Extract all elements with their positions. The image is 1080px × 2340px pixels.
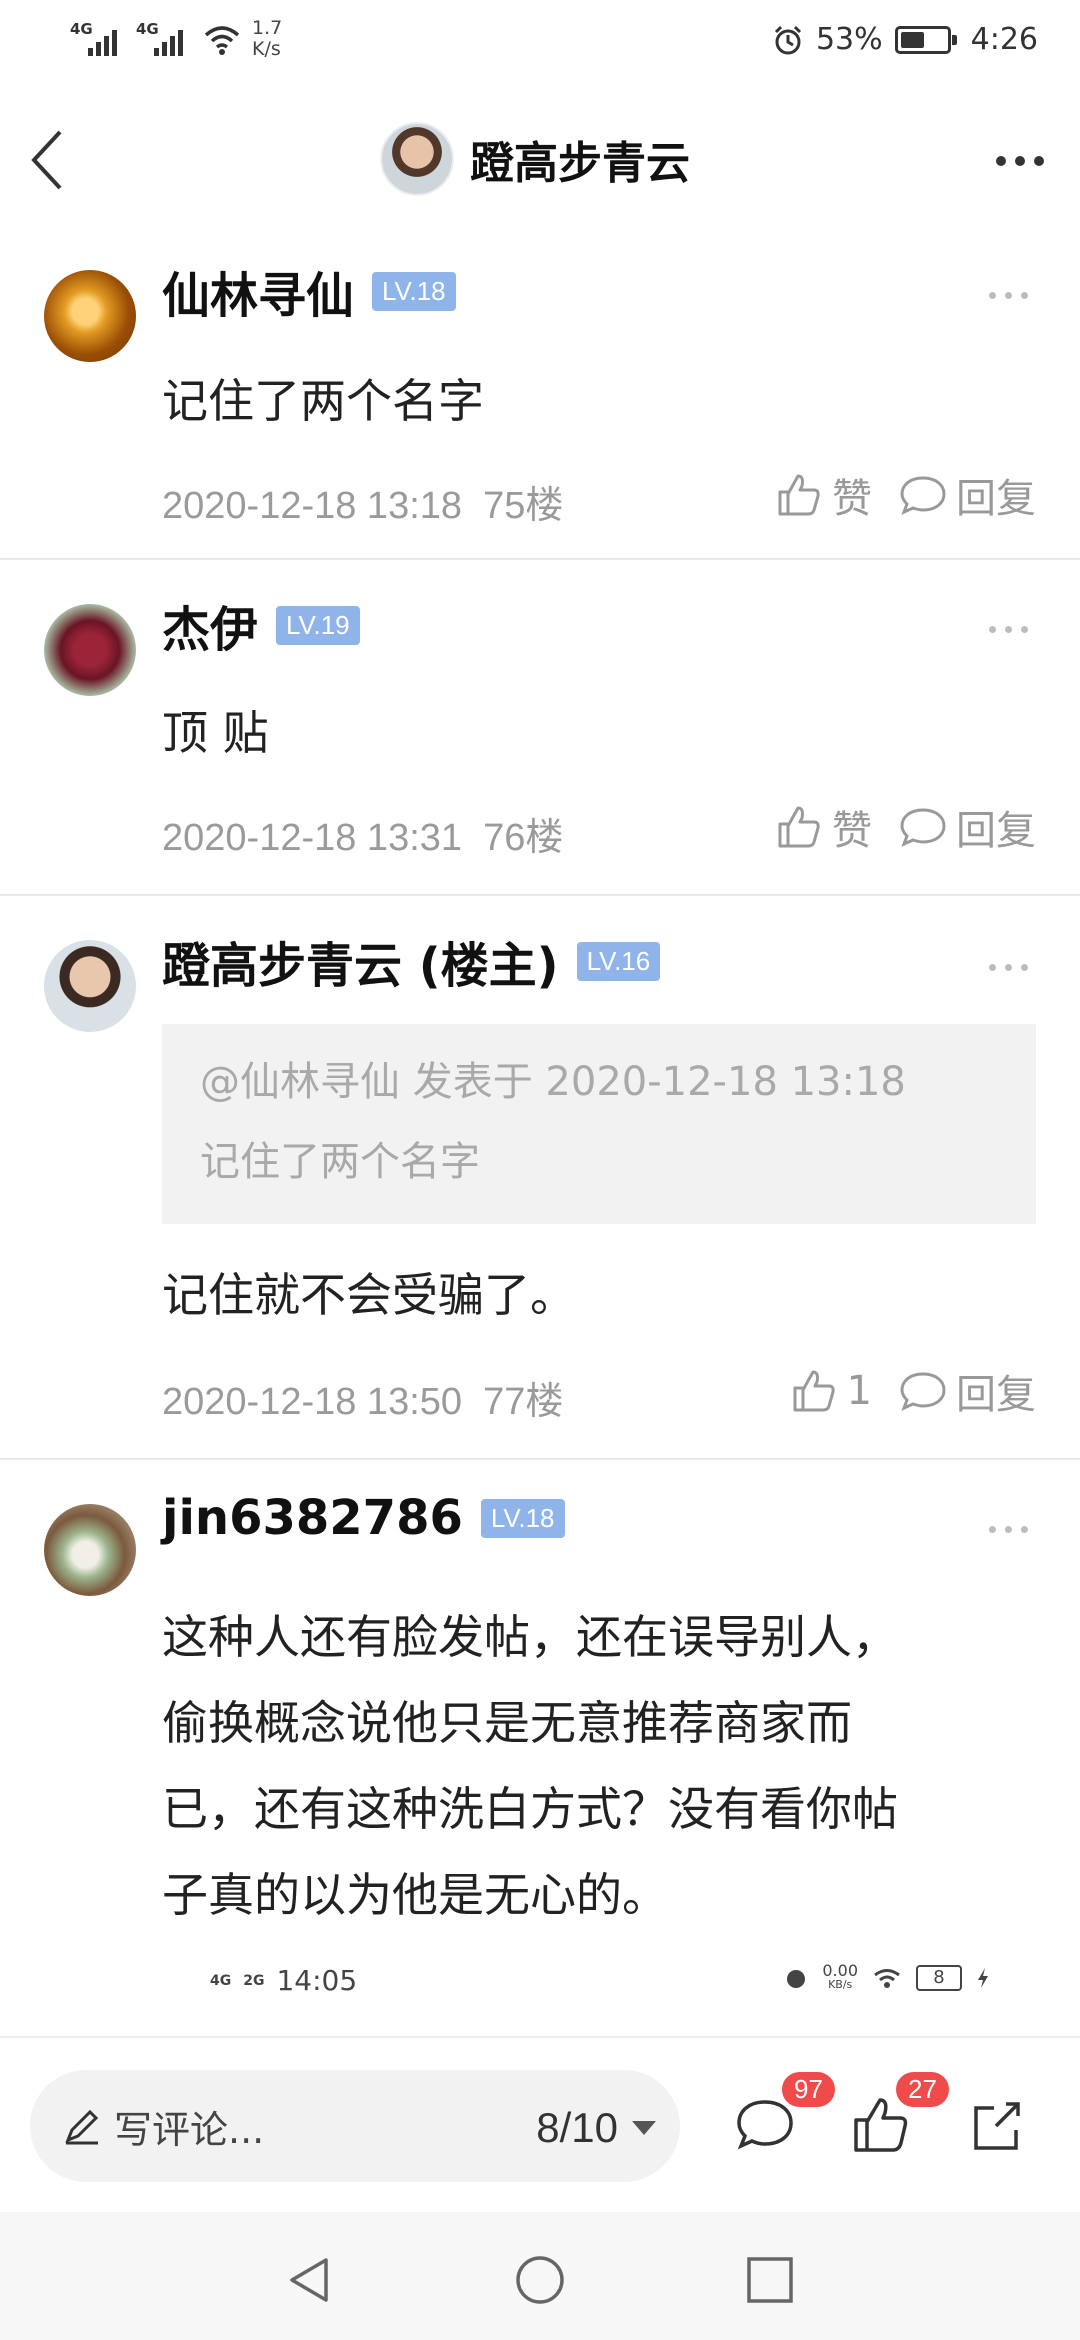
embedded-clock: 14:05 <box>276 1964 358 1997</box>
username[interactable]: 杰伊 <box>162 590 258 660</box>
signal-icon: 4G <box>136 18 192 60</box>
battery-icon: 8 <box>916 1965 962 1991</box>
comments-icon[interactable] <box>734 2094 796 2156</box>
like-label: 赞 <box>832 476 872 522</box>
comment-item: jin6382786 LV.18 这种人还有脸发帖，还在误导别人， 偷换概念说他… <box>0 1460 1080 2036</box>
floor-number: 75楼 <box>483 485 564 527</box>
nav-recents-icon[interactable] <box>742 2252 798 2308</box>
speech-bubble-icon <box>900 1372 946 1411</box>
quoted-comment[interactable]: @仙林寻仙 发表于 2020-12-18 13:18 记住了两个名字 <box>162 1024 1036 1224</box>
comment-input[interactable]: 写评论... 8/10 <box>30 2070 680 2182</box>
avatar[interactable] <box>44 270 136 362</box>
like-button[interactable]: 赞 <box>774 798 872 856</box>
comment-text: 顶 贴 <box>162 706 269 760</box>
likes-badge: 27 <box>896 2072 949 2107</box>
comment-line: 已，还有这种洗白方式？没有看你帖 <box>162 1782 898 1836</box>
quote-text: 记住了两个名字 <box>200 1139 480 1185</box>
pencil-icon <box>65 2109 99 2145</box>
comment-placeholder: 写评论... <box>114 2107 265 2152</box>
charging-icon <box>978 1968 988 1988</box>
battery-icon <box>894 25 957 54</box>
reply-label: 回复 <box>956 1372 1036 1418</box>
speech-bubble-icon <box>900 476 946 515</box>
thumbs-up-icon <box>793 1370 835 1412</box>
network-speed-unit: KB/s <box>828 1978 853 1991</box>
comment-line: 子真的以为他是无心的。 <box>162 1868 668 1922</box>
page-indicator: 8/10 <box>536 2104 618 2151</box>
comments-badge: 97 <box>782 2072 835 2107</box>
comment-text: 记住就不会受骗了。 <box>162 1268 576 1322</box>
floor-number: 77楼 <box>483 1381 564 1423</box>
caret-down-icon <box>632 2121 656 2135</box>
comment-text: 记住了两个名字 <box>162 374 484 428</box>
more-options-icon[interactable] <box>996 156 1044 166</box>
reply-label: 回复 <box>956 808 1036 854</box>
username[interactable]: jin6382786 <box>162 1490 463 1546</box>
nav-back-icon[interactable] <box>282 2252 338 2308</box>
page-title: 蹬高步青云 <box>470 138 690 189</box>
comment-more-icon[interactable] <box>989 964 1028 971</box>
comment-more-icon[interactable] <box>989 292 1028 299</box>
wifi-icon <box>874 1969 900 1988</box>
username[interactable]: 仙林寻仙 <box>162 256 354 326</box>
share-icon[interactable] <box>966 2094 1028 2156</box>
network-type: 4G <box>210 1972 232 1989</box>
nav-home-icon[interactable] <box>512 2252 568 2308</box>
wifi-icon <box>204 26 240 55</box>
reply-button[interactable]: 回复 <box>898 466 1036 524</box>
reply-button[interactable]: 回复 <box>898 798 1036 856</box>
status-bar: 4G 4G 1.7 K/s 53% 4:26 <box>0 0 1080 90</box>
avatar[interactable] <box>44 604 136 696</box>
avatar[interactable] <box>44 940 136 1032</box>
timestamp: 2020-12-18 13:31 <box>162 817 463 859</box>
bottom-action-bar: 写评论... 8/10 97 27 <box>0 2036 1080 2212</box>
username[interactable]: 蹬高步青云 (楼主) <box>162 926 559 996</box>
network-speed: 0.00 <box>822 1961 858 1980</box>
level-badge: LV.16 <box>576 941 661 981</box>
avatar[interactable] <box>44 1504 136 1596</box>
comment-meta: 2020-12-18 13:31 76楼 <box>162 806 563 861</box>
comment-text: 这种人还有脸发帖，还在误导别人， 偷换概念说他只是无意推荐商家而 已，还有这种洗… <box>162 1594 1042 1938</box>
like-button[interactable]: 赞 <box>774 466 872 524</box>
speech-bubble-icon <box>900 808 946 847</box>
signal-icon: 4G <box>70 18 126 60</box>
network-speed: 1.7 K/s <box>252 17 283 60</box>
comment-line: 偷换概念说他只是无意推荐商家而 <box>162 1696 852 1750</box>
comment-more-icon[interactable] <box>989 1526 1028 1533</box>
quote-header: @仙林寻仙 发表于 2020-12-18 13:18 <box>200 1059 906 1105</box>
comment-meta: 2020-12-18 13:18 75楼 <box>162 474 563 529</box>
level-badge: LV.19 <box>276 605 360 645</box>
comment-meta: 2020-12-18 13:50 77楼 <box>162 1370 563 1425</box>
avatar[interactable] <box>380 122 454 196</box>
like-button[interactable]: 1 <box>789 1366 872 1416</box>
embedded-status-bar: 4G 2G 14:05 0.00 KB/s 8 <box>0 1956 1080 2006</box>
reply-label: 回复 <box>956 476 1036 522</box>
level-badge: LV.18 <box>372 271 456 311</box>
comment-line: 这种人还有脸发帖，还在误导别人， <box>162 1610 898 1664</box>
alarm-icon <box>787 1970 806 1988</box>
timestamp: 2020-12-18 13:50 <box>162 1381 463 1423</box>
clock: 4:26 <box>970 22 1038 57</box>
thumbs-up-icon <box>778 806 820 848</box>
thumbs-up-icon <box>778 474 820 516</box>
timestamp: 2020-12-18 13:18 <box>162 485 463 527</box>
comment-item: 仙林寻仙 LV.18 记住了两个名字 2020-12-18 13:18 75楼 … <box>0 236 1080 560</box>
like-count: 1 <box>846 1368 872 1414</box>
comment-item: 杰伊 LV.19 顶 贴 2020-12-18 13:31 76楼 赞 回复 <box>0 560 1080 896</box>
back-arrow-icon[interactable] <box>28 128 68 192</box>
system-navigation-bar <box>0 2212 1080 2340</box>
alarm-icon <box>774 25 801 54</box>
page-selector[interactable]: 8/10 <box>536 2104 656 2152</box>
comment-item: 蹬高步青云 (楼主) LV.16 @仙林寻仙 发表于 2020-12-18 13… <box>0 896 1080 1460</box>
reply-button[interactable]: 回复 <box>898 1362 1036 1420</box>
network-type: 2G <box>243 1972 265 1989</box>
thread-header: 蹬高步青云 <box>0 100 1080 220</box>
level-badge: LV.18 <box>480 1498 565 1538</box>
comment-more-icon[interactable] <box>989 626 1028 633</box>
floor-number: 76楼 <box>483 817 564 859</box>
battery-percent: 53% <box>815 22 883 57</box>
thread-author[interactable]: 蹬高步青云 <box>380 122 690 196</box>
like-label: 赞 <box>832 808 872 854</box>
